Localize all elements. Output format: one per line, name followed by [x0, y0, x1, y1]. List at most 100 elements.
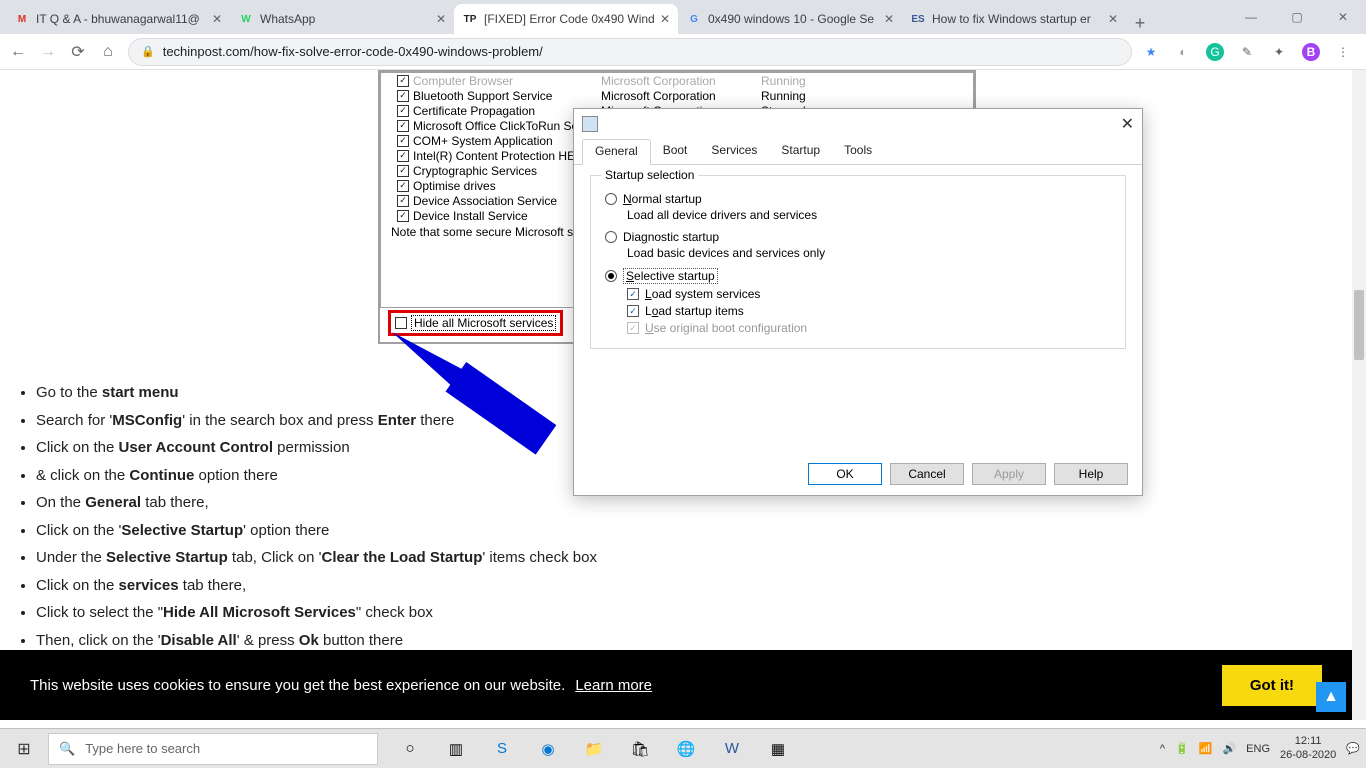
service-checkbox[interactable] — [397, 105, 409, 117]
dialog-tab-tools[interactable]: Tools — [832, 139, 884, 164]
extension-icon-1[interactable]: ◐ — [1174, 43, 1192, 61]
dialog-tab-general[interactable]: General — [582, 139, 651, 165]
notifications-icon[interactable]: 💬 — [1346, 742, 1360, 755]
tab-close-icon[interactable]: ✕ — [884, 13, 894, 25]
tab-close-icon[interactable]: ✕ — [436, 13, 446, 25]
home-button[interactable]: ⌂ — [98, 43, 118, 61]
service-checkbox[interactable] — [397, 195, 409, 207]
check-load-system-services[interactable]: Load system services — [627, 287, 1111, 301]
volume-icon[interactable]: 🔊 — [1222, 742, 1236, 755]
scroll-to-top-button[interactable]: ▲ — [1316, 682, 1346, 712]
dialog-tabs: GeneralBootServicesStartupTools — [574, 139, 1142, 165]
group-legend: Startup selection — [601, 168, 698, 182]
dialog-close-button[interactable]: ✕ — [1121, 114, 1134, 134]
word-icon[interactable]: W — [720, 737, 744, 761]
extensions-puzzle-icon[interactable]: ✦ — [1270, 43, 1288, 61]
service-checkbox[interactable] — [397, 90, 409, 102]
instruction-step: Click to select the "Hide All Microsoft … — [36, 600, 1352, 626]
radio-normal-label: ormal startup — [632, 192, 702, 206]
window-minimize[interactable]: — — [1228, 0, 1274, 34]
taskbar-search[interactable]: 🔍 Type here to search — [48, 733, 378, 765]
instruction-step: Click on the services tab there, — [36, 573, 1352, 599]
browser-scrollbar[interactable] — [1352, 70, 1366, 720]
tab-close-icon[interactable]: ✕ — [212, 13, 222, 25]
language-indicator[interactable]: ENG — [1246, 743, 1270, 755]
dialog-titlebar[interactable]: ✕ — [574, 109, 1142, 139]
service-checkbox[interactable] — [397, 180, 409, 192]
service-manufacturer: Microsoft Corporation — [601, 74, 761, 88]
new-tab-button[interactable]: + — [1126, 13, 1154, 34]
chrome-icon[interactable]: 🌐 — [674, 737, 698, 761]
forward-button[interactable]: → — [38, 43, 58, 61]
file-explorer-icon[interactable]: 📁 — [582, 737, 606, 761]
instruction-step: Under the Selective Startup tab, Click o… — [36, 545, 1352, 571]
back-button[interactable]: ← — [8, 43, 28, 61]
grammarly-icon[interactable]: G — [1206, 43, 1224, 61]
tray-chevron-icon[interactable]: ^ — [1160, 743, 1165, 755]
instruction-step: Click on the 'Selective Startup' option … — [36, 518, 1352, 544]
radio-diagnostic-startup[interactable]: Diagnostic startup — [605, 230, 1111, 244]
chrome-toolbar: ← → ⟳ ⌂ 🔒 techinpost.com/how-fix-solve-e… — [0, 34, 1366, 70]
help-button[interactable]: Help — [1054, 463, 1128, 485]
tab-favicon: ES — [910, 11, 926, 27]
service-checkbox[interactable] — [397, 120, 409, 132]
tab-title: [FIXED] Error Code 0x490 Wind — [484, 12, 654, 26]
profile-avatar[interactable]: B — [1302, 43, 1320, 61]
wifi-icon[interactable]: 📶 — [1199, 742, 1213, 755]
system-tray: ^ 🔋 📶 🔊 ENG 12:11 26-08-2020 💬 — [1160, 735, 1366, 761]
service-checkbox[interactable] — [397, 150, 409, 162]
task-view-icon[interactable]: ▥ — [444, 737, 468, 761]
chrome-tab[interactable]: ES How to fix Windows startup er ✕ — [902, 4, 1126, 34]
check-load-startup-items[interactable]: Load startup items — [627, 304, 1111, 318]
service-status: Running — [761, 74, 841, 88]
dialog-tab-startup[interactable]: Startup — [769, 139, 832, 164]
taskbar-apps: ○ ▥ S ◉ 📁 🛍 🌐 W ▦ — [398, 737, 790, 761]
chrome-tab[interactable]: TP [FIXED] Error Code 0x490 Wind ✕ — [454, 4, 678, 34]
service-checkbox[interactable] — [397, 135, 409, 147]
tab-title: WhatsApp — [260, 12, 430, 26]
apply-button[interactable]: Apply — [972, 463, 1046, 485]
window-close[interactable]: ✕ — [1320, 0, 1366, 34]
store-icon[interactable]: 🛍 — [628, 737, 652, 761]
battery-icon[interactable]: 🔋 — [1175, 742, 1189, 755]
service-row: Computer Browser Microsoft Corporation R… — [381, 73, 973, 88]
radio-selective-startup[interactable]: Selective startup — [605, 268, 1111, 284]
msconfig-icon — [582, 116, 598, 132]
cancel-button[interactable]: Cancel — [890, 463, 964, 485]
extension-icon-2[interactable]: ✎ — [1238, 43, 1256, 61]
service-checkbox[interactable] — [397, 165, 409, 177]
radio-icon-selected — [605, 270, 617, 282]
window-controls: — ▢ ✕ — [1228, 0, 1366, 34]
dialog-tab-services[interactable]: Services — [699, 139, 769, 164]
ok-button[interactable]: OK — [808, 463, 882, 485]
tab-favicon: W — [238, 11, 254, 27]
tab-favicon: G — [686, 11, 702, 27]
skype-icon[interactable]: S — [490, 737, 514, 761]
scrollbar-thumb[interactable] — [1354, 290, 1364, 360]
page-content: Computer Browser Microsoft Corporation R… — [0, 70, 1352, 720]
tab-title: 0x490 windows 10 - Google Se — [708, 12, 878, 26]
window-maximize[interactable]: ▢ — [1274, 0, 1320, 34]
edge-icon[interactable]: ◉ — [536, 737, 560, 761]
cortana-icon[interactable]: ○ — [398, 737, 422, 761]
start-button[interactable]: ⊞ — [0, 729, 48, 769]
chrome-menu-icon[interactable]: ⋮ — [1334, 43, 1352, 61]
taskbar-clock[interactable]: 12:11 26-08-2020 — [1280, 735, 1336, 761]
chrome-tab[interactable]: W WhatsApp ✕ — [230, 4, 454, 34]
service-checkbox[interactable] — [397, 75, 409, 87]
radio-normal-startup[interactable]: Normal startup — [605, 192, 1111, 206]
windows-taskbar: ⊞ 🔍 Type here to search ○ ▥ S ◉ 📁 🛍 🌐 W … — [0, 728, 1366, 768]
service-checkbox[interactable] — [397, 210, 409, 222]
tab-close-icon[interactable]: ✕ — [660, 13, 670, 25]
tab-close-icon[interactable]: ✕ — [1108, 13, 1118, 25]
address-bar[interactable]: 🔒 techinpost.com/how-fix-solve-error-cod… — [128, 38, 1132, 66]
reload-button[interactable]: ⟳ — [68, 42, 88, 62]
service-row: Bluetooth Support Service Microsoft Corp… — [381, 88, 973, 103]
chrome-tab[interactable]: G 0x490 windows 10 - Google Se ✕ — [678, 4, 902, 34]
dialog-tab-boot[interactable]: Boot — [651, 139, 700, 164]
cookie-accept-button[interactable]: Got it! — [1222, 665, 1322, 706]
chrome-tab[interactable]: M IT Q & A - bhuwanagarwal11@ ✕ — [6, 4, 230, 34]
bookmark-star-icon[interactable]: ★ — [1142, 43, 1160, 61]
cookie-learn-more-link[interactable]: Learn more — [575, 677, 652, 694]
taskbar-app-icon[interactable]: ▦ — [766, 737, 790, 761]
